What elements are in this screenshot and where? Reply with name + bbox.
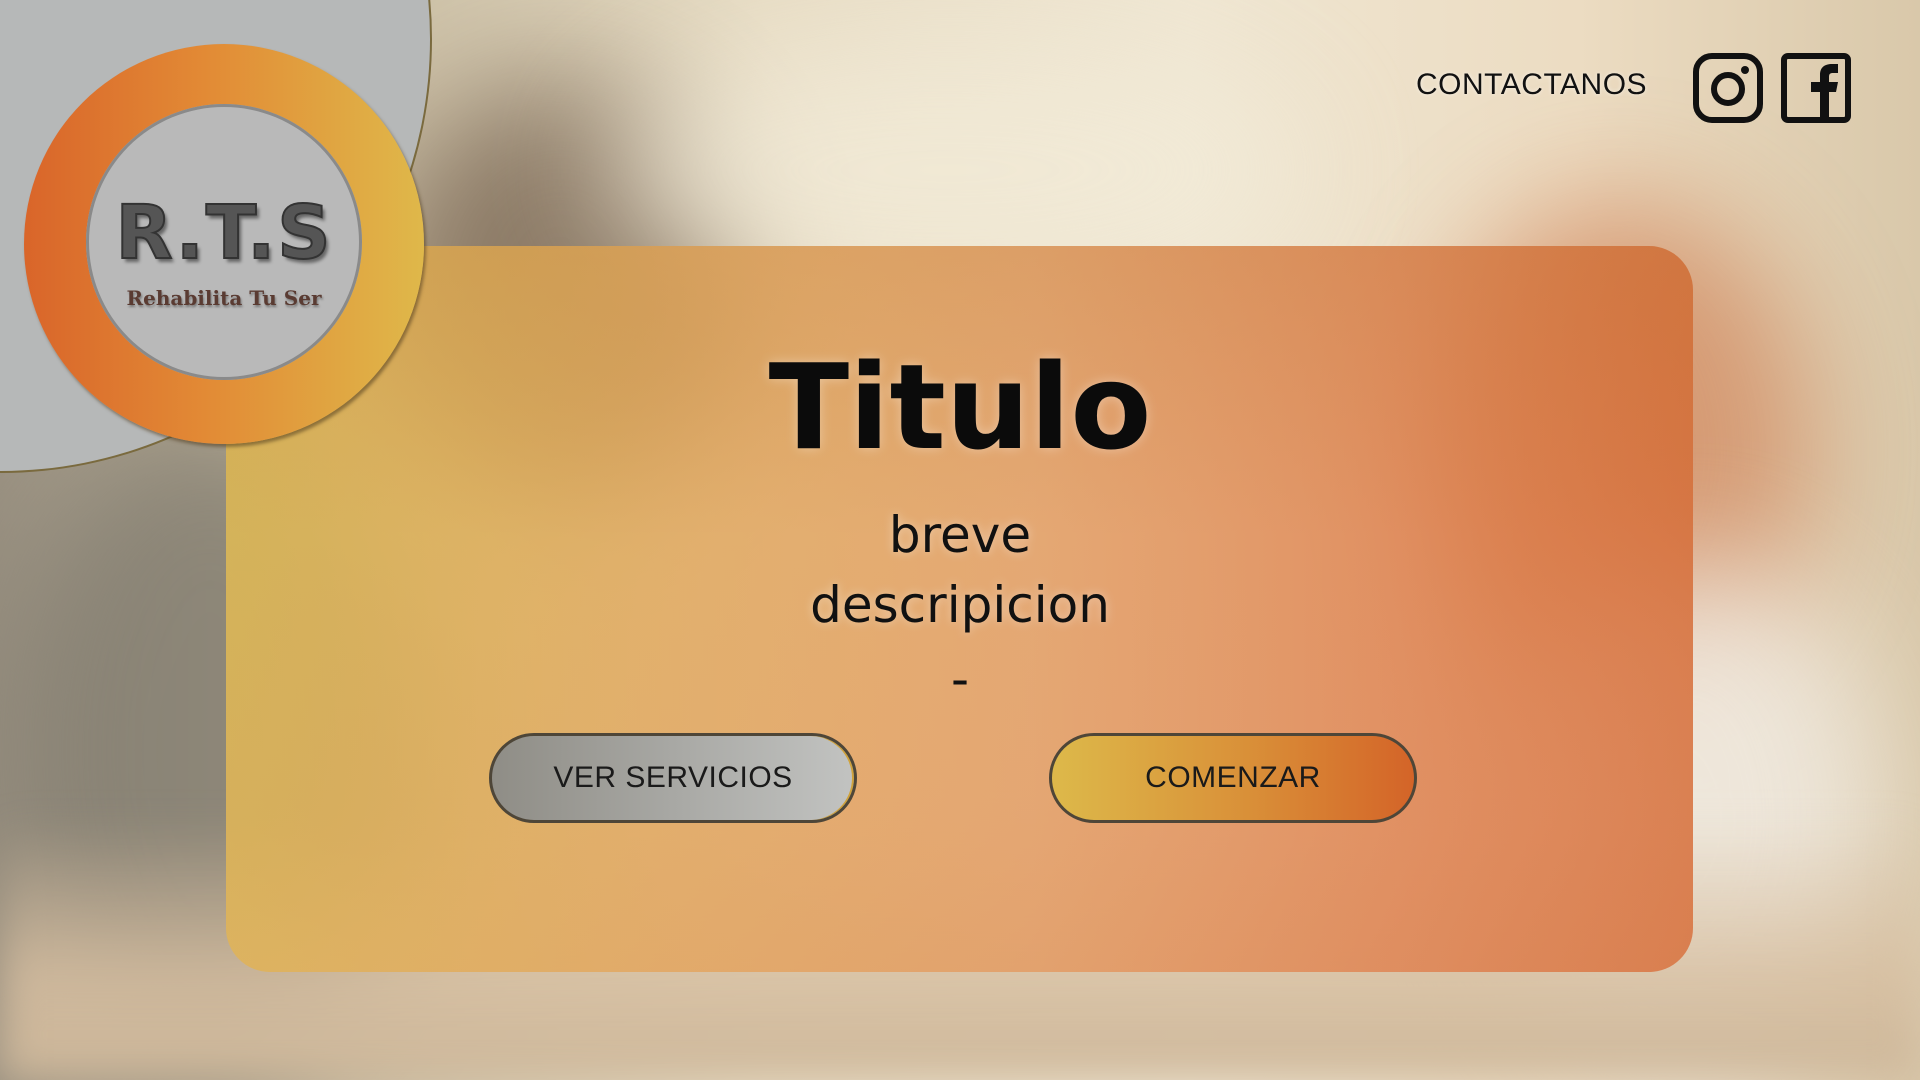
page-title: Titulo (768, 338, 1152, 476)
description-line: breve (888, 506, 1032, 564)
logo-tagline: Rehabilita Tu Ser (126, 286, 322, 310)
contact-link[interactable]: CONTACTANOS (1416, 68, 1647, 102)
start-button[interactable]: COMENZAR (1049, 733, 1417, 823)
page-description: breve descripicion (0, 500, 1920, 640)
description-line: descripicion (810, 576, 1110, 634)
description-dash: - (950, 650, 970, 708)
instagram-icon[interactable] (1692, 52, 1764, 124)
view-services-button[interactable]: VER SERVICIOS (489, 733, 857, 823)
logo-mark: R.T.S (114, 190, 333, 276)
landing-page: R.T.S Rehabilita Tu Ser CONTACTANOS Titu… (0, 0, 1920, 1080)
facebook-icon[interactable] (1780, 52, 1852, 124)
